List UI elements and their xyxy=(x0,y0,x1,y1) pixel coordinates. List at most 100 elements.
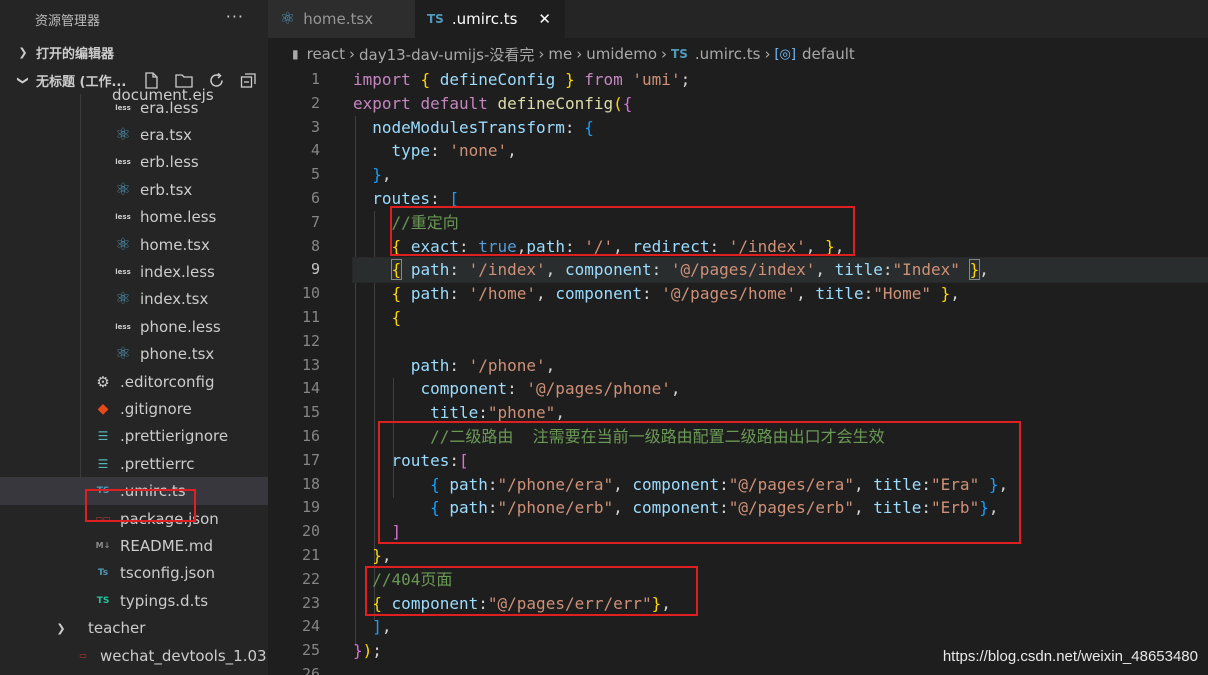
tab-label: .umirc.ts xyxy=(451,10,518,28)
tree-item-index-less[interactable]: less index.less xyxy=(0,258,268,285)
less-file-icon: less xyxy=(115,213,131,222)
line-number: 16 xyxy=(301,426,320,445)
line-number: 24 xyxy=(301,617,320,636)
tree-item-home-less[interactable]: less home.less xyxy=(0,204,268,231)
tree-item-label: README.md xyxy=(120,536,214,555)
code-line: ], xyxy=(372,617,392,637)
react-file-icon: ⚛ xyxy=(115,179,131,200)
line-number: 18 xyxy=(301,474,320,493)
tree-item-editorconfig[interactable]: ⚙ .editorconfig xyxy=(0,368,268,395)
breadcrumb-item[interactable]: umidemo xyxy=(586,45,657,63)
chevron-right-icon: › xyxy=(538,45,545,63)
tab-umirc-ts[interactable]: TS .umirc.ts ✕ xyxy=(415,0,565,38)
tree-item-phone-less[interactable]: less phone.less xyxy=(0,313,268,340)
collapse-all-icon[interactable] xyxy=(238,71,258,89)
tree-item-tsconfig[interactable]: T​s tsconfig.json xyxy=(0,560,268,587)
line-number: 8 xyxy=(310,236,320,255)
close-icon[interactable]: ✕ xyxy=(538,10,551,28)
file-tree: less era.less ⚛ era.tsx less erb.less ⚛ erb.… xyxy=(0,94,268,669)
symbol-icon: [◎] xyxy=(774,46,796,62)
tab-home-tsx[interactable]: ⚛ home.tsx xyxy=(268,0,415,38)
line-number: 6 xyxy=(310,188,320,207)
line-number: 12 xyxy=(301,331,320,350)
line-number: 23 xyxy=(301,593,320,612)
more-actions-icon[interactable]: ··· xyxy=(226,7,244,26)
breadcrumb: ▮ react › day13-dav-umijs-没看完 › me › umidem… xyxy=(292,40,855,68)
tree-item-teacher[interactable]: ❯ teacher xyxy=(0,614,268,641)
tree-item-home-tsx[interactable]: ⚛ home.tsx xyxy=(0,231,268,258)
breadcrumb-item[interactable]: .umirc.ts xyxy=(695,45,761,63)
tree-item-wechat[interactable]: ▭ wechat_devtools_1.03 xyxy=(0,642,268,669)
breadcrumb-item[interactable]: react xyxy=(307,45,345,63)
line-number: 7 xyxy=(310,212,320,231)
tree-item-era-tsx[interactable]: ⚛ era.tsx xyxy=(0,121,268,148)
tree-item-label: era.less xyxy=(140,98,199,117)
tree-item-phone-tsx[interactable]: ⚛ phone.tsx xyxy=(0,341,268,368)
explorer-header: 资源管理器 ··· xyxy=(0,0,268,38)
line-number: 3 xyxy=(310,117,320,136)
line-number: 19 xyxy=(301,498,320,517)
code-line: export default defineConfig({ xyxy=(353,93,633,113)
folder-icon: ▮ xyxy=(292,47,299,61)
tree-item-typings[interactable]: TS typings.d.ts xyxy=(0,587,268,614)
explorer-sidebar: 资源管理器 ··· ❯ 打开的编辑器 ❯ 无标题 (工作... document… xyxy=(0,0,268,675)
tree-item-label: wechat_devtools_1.03 xyxy=(100,646,267,665)
tree-item-label: phone.tsx xyxy=(140,345,215,364)
tree-item-label: .prettierignore xyxy=(120,427,229,446)
open-editors-section[interactable]: ❯ 打开的编辑器 xyxy=(0,38,268,66)
line-number: 9 xyxy=(310,260,320,279)
tree-item-prettierrc[interactable]: ☰ .prettierrc xyxy=(0,450,268,477)
line-numbers: 1 2 3 4 5 6 7 8 9 10 11 12 13 14 15 16 1… xyxy=(268,68,320,675)
tree-item-erb-less[interactable]: less erb.less xyxy=(0,149,268,176)
tree-item-label: home.less xyxy=(140,208,217,227)
chevron-right-icon: ❯ xyxy=(18,45,28,59)
tree-item-label: index.tsx xyxy=(140,290,209,309)
breadcrumb-item[interactable]: me xyxy=(548,45,572,63)
tree-item-label: index.less xyxy=(140,263,215,282)
tree-item-erb-tsx[interactable]: ⚛ erb.tsx xyxy=(0,176,268,203)
typescript-def-icon: TS xyxy=(96,595,110,606)
breadcrumb-item[interactable]: default xyxy=(802,45,855,63)
code-line: component: '@/pages/phone', xyxy=(420,379,681,399)
tsconfig-icon: T​s xyxy=(97,568,109,579)
code-line: type: 'none', xyxy=(391,141,517,161)
line-number: 1 xyxy=(310,70,320,88)
open-editors-label: 打开的编辑器 xyxy=(36,46,115,62)
chevron-right-icon: › xyxy=(349,45,355,63)
tree-item-gitignore[interactable]: ◆ .gitignore xyxy=(0,395,268,422)
less-file-icon: less xyxy=(115,268,131,277)
highlight-box-subroutes xyxy=(378,421,1021,544)
code-line: }, xyxy=(372,165,392,185)
react-file-icon: ⚛ xyxy=(115,125,131,146)
tree-item-label: era.tsx xyxy=(140,126,192,145)
line-number: 2 xyxy=(310,93,320,112)
code-line: { path: '/home', component: '@/pages/hom… xyxy=(391,284,960,304)
line-number: 13 xyxy=(301,355,320,374)
watermark: https://blog.csdn.net/weixin_48653480 xyxy=(942,648,1198,665)
tree-item-label: .editorconfig xyxy=(120,372,215,391)
line-number: 15 xyxy=(301,403,320,422)
code-line-current: { path: '/index', component: '@/pages/in… xyxy=(352,257,1208,284)
tree-item-prettierignore[interactable]: ☰ .prettierignore xyxy=(0,423,268,450)
tree-item-readme[interactable]: M↓ README.md xyxy=(0,532,268,559)
breadcrumb-item[interactable]: day13-dav-umijs-没看完 xyxy=(359,44,534,65)
tree-item-era-less[interactable]: less era.less xyxy=(0,94,268,121)
tree-item-index-tsx[interactable]: ⚛ index.tsx xyxy=(0,286,268,313)
react-file-icon: ⚛ xyxy=(115,289,131,310)
code-line: }, xyxy=(372,545,392,565)
line-number: 14 xyxy=(301,379,320,398)
line-number: 17 xyxy=(301,450,320,469)
line-number: 21 xyxy=(301,545,320,564)
less-file-icon: less xyxy=(115,158,131,167)
typescript-file-icon: TS xyxy=(427,12,444,26)
less-file-icon: less xyxy=(115,103,131,112)
tree-item-label: phone.less xyxy=(140,317,221,336)
code-line: { xyxy=(391,307,402,327)
line-number: 25 xyxy=(301,641,320,660)
tree-item-label: typings.d.ts xyxy=(120,591,209,610)
file-icon: ▭ xyxy=(79,651,87,660)
explorer-title: 资源管理器 xyxy=(35,13,101,29)
line-number: 10 xyxy=(301,284,320,303)
chevron-right-icon: › xyxy=(764,45,771,63)
